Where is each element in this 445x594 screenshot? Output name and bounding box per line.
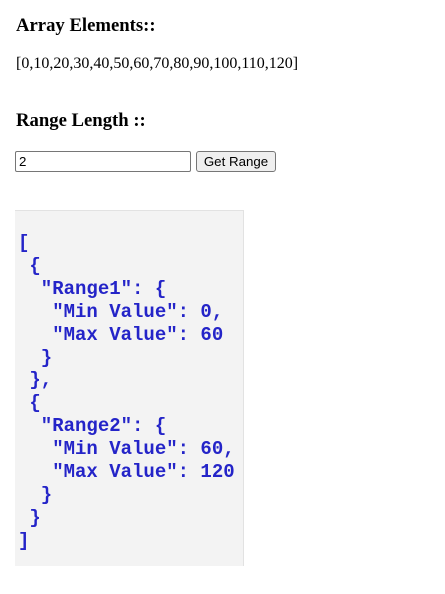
range-length-heading: Range Length :: [16, 110, 146, 131]
array-elements-heading: Array Elements:: [16, 15, 156, 36]
get-range-button[interactable]: Get Range [196, 151, 276, 172]
json-output-box: [ { "Range1": { "Min Value": 0, "Max Val… [15, 210, 244, 566]
json-output-text: [ { "Range1": { "Min Value": 0, "Max Val… [18, 232, 235, 552]
array-elements-values: [0,10,20,30,40,50,60,70,80,90,100,110,12… [16, 55, 299, 72]
range-length-input[interactable] [15, 151, 191, 172]
